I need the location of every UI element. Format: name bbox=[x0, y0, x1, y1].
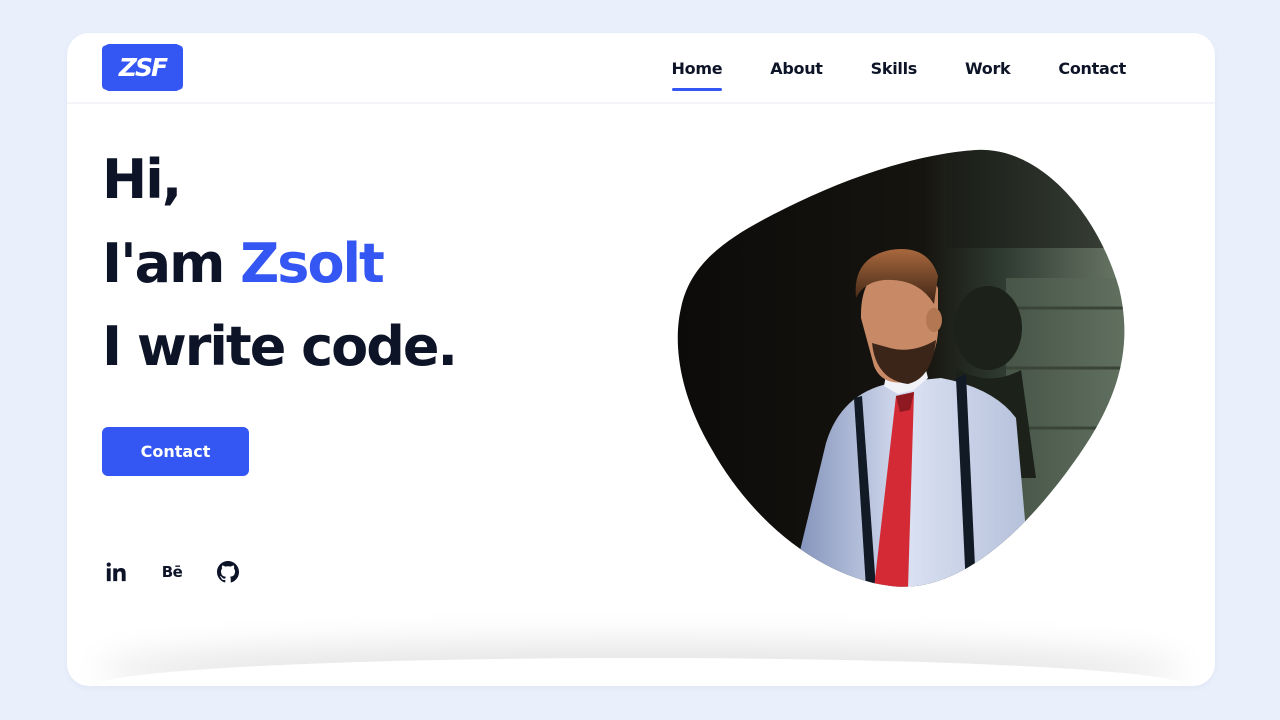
hero-intro-prefix: I'am bbox=[102, 232, 241, 295]
main-nav: Home About Skills Work Contact bbox=[624, 33, 1126, 104]
contact-button[interactable]: Contact bbox=[102, 427, 249, 476]
top-header: ZSF Home About Skills Work Contact bbox=[67, 33, 1215, 104]
hero-tagline: I write code. bbox=[102, 315, 458, 378]
profile-photo bbox=[677, 149, 1125, 587]
nav-item-skills[interactable]: Skills bbox=[871, 59, 918, 78]
social-links: Bē bbox=[104, 560, 272, 584]
behance-icon[interactable]: Bē bbox=[160, 560, 184, 584]
github-icon[interactable] bbox=[216, 560, 240, 584]
hero-intro: I'am Zsolt bbox=[102, 237, 385, 291]
hero-greeting: Hi, bbox=[102, 148, 182, 211]
nav-item-about[interactable]: About bbox=[770, 59, 823, 78]
nav-item-work[interactable]: Work bbox=[965, 59, 1011, 78]
linkedin-icon[interactable] bbox=[104, 560, 128, 584]
hero-name: Zsolt bbox=[240, 232, 385, 295]
brand-logo[interactable]: ZSF bbox=[102, 44, 183, 91]
page-card: ZSF Home About Skills Work Contact Hi, I… bbox=[67, 33, 1215, 686]
nav-item-home[interactable]: Home bbox=[671, 59, 723, 91]
nav-item-contact[interactable]: Contact bbox=[1058, 59, 1126, 78]
